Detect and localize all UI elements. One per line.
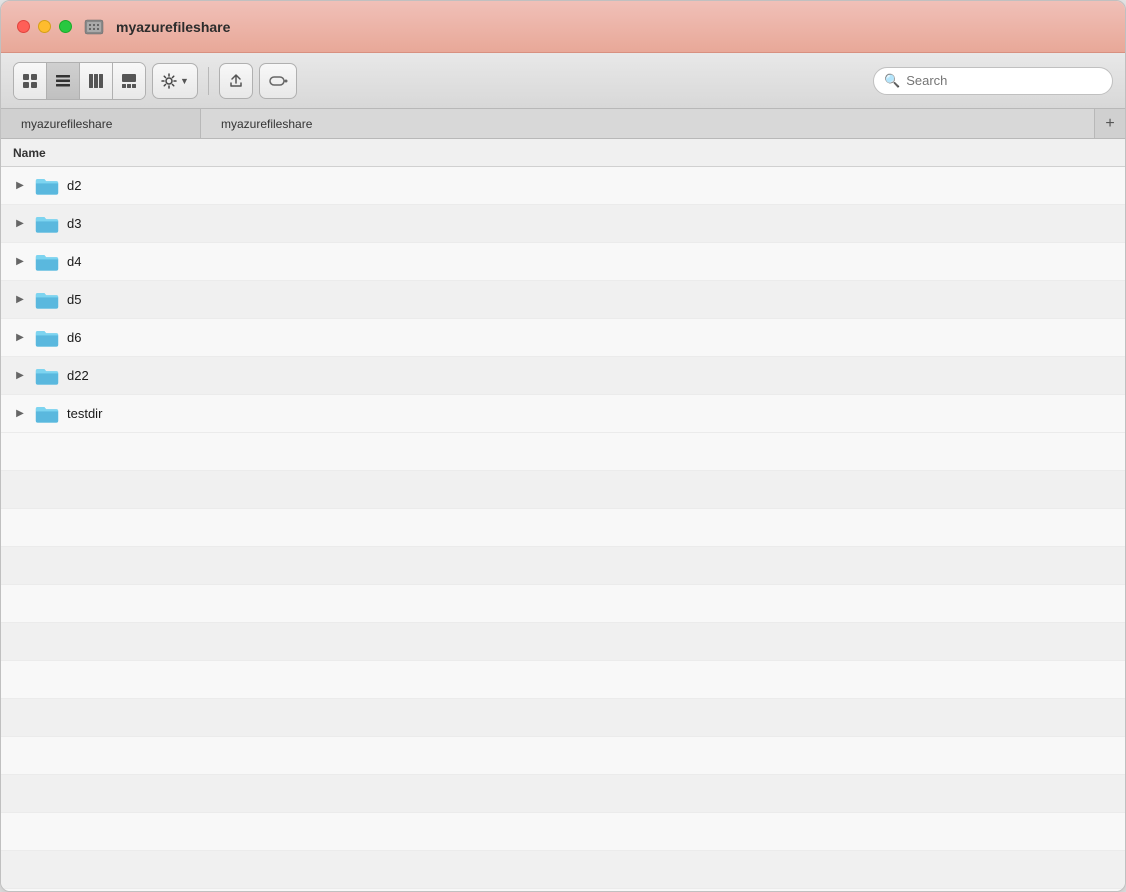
list-view-icon bbox=[55, 73, 71, 89]
sort-dropdown-arrow: ▼ bbox=[180, 76, 189, 86]
file-row[interactable]: ▶ d4 bbox=[1, 243, 1125, 281]
tag-button[interactable] bbox=[259, 63, 297, 99]
empty-row bbox=[1, 547, 1125, 585]
close-button[interactable] bbox=[17, 20, 30, 33]
column-view-button[interactable] bbox=[80, 63, 113, 99]
share-icon bbox=[228, 73, 244, 89]
file-row[interactable]: ▶ d5 bbox=[1, 281, 1125, 319]
window-icon bbox=[84, 17, 104, 37]
empty-row bbox=[1, 851, 1125, 889]
folder-icon bbox=[35, 404, 59, 424]
folder-icon bbox=[35, 214, 59, 234]
expand-arrow-icon[interactable]: ▶ bbox=[13, 369, 27, 383]
folder-icon bbox=[35, 176, 59, 196]
column-header: Name bbox=[1, 139, 1125, 167]
window-controls bbox=[17, 20, 72, 33]
minimize-button[interactable] bbox=[38, 20, 51, 33]
file-name: d6 bbox=[67, 330, 81, 345]
empty-row bbox=[1, 509, 1125, 547]
list-view-button[interactable] bbox=[47, 63, 80, 99]
path-tab-left[interactable]: myazurefileshare bbox=[1, 109, 201, 138]
empty-row bbox=[1, 585, 1125, 623]
maximize-button[interactable] bbox=[59, 20, 72, 33]
tag-icon bbox=[268, 73, 288, 89]
file-name: d22 bbox=[67, 368, 89, 383]
file-row[interactable]: ▶ d6 bbox=[1, 319, 1125, 357]
file-row[interactable]: ▶ d2 bbox=[1, 167, 1125, 205]
file-list-container: Name ▶ d2 ▶ d3 bbox=[1, 139, 1125, 891]
add-tab-button[interactable]: + bbox=[1095, 109, 1125, 138]
sort-options-button[interactable]: ▼ bbox=[152, 63, 198, 99]
view-mode-group bbox=[13, 62, 146, 100]
expand-arrow-icon[interactable]: ▶ bbox=[13, 407, 27, 421]
gallery-view-icon bbox=[121, 73, 137, 89]
share-button[interactable] bbox=[219, 63, 253, 99]
empty-row bbox=[1, 737, 1125, 775]
expand-arrow-icon[interactable]: ▶ bbox=[13, 217, 27, 231]
toolbar: ▼ 🔍 bbox=[1, 53, 1125, 109]
folder-icon bbox=[35, 366, 59, 386]
file-rows: ▶ d2 ▶ d3 ▶ bbox=[1, 167, 1125, 433]
empty-row bbox=[1, 813, 1125, 851]
empty-row bbox=[1, 889, 1125, 891]
icon-view-icon bbox=[22, 73, 38, 89]
icon-view-button[interactable] bbox=[14, 63, 47, 99]
path-tab-right[interactable]: myazurefileshare bbox=[201, 109, 1095, 138]
folder-icon bbox=[35, 328, 59, 348]
file-name: testdir bbox=[67, 406, 102, 421]
expand-arrow-icon[interactable]: ▶ bbox=[13, 255, 27, 269]
file-row[interactable]: ▶ testdir bbox=[1, 395, 1125, 433]
empty-row bbox=[1, 623, 1125, 661]
window-title: myazurefileshare bbox=[116, 19, 230, 35]
column-view-icon bbox=[88, 73, 104, 89]
empty-row bbox=[1, 433, 1125, 471]
name-column-header: Name bbox=[13, 146, 46, 160]
expand-arrow-icon[interactable]: ▶ bbox=[13, 293, 27, 307]
search-icon: 🔍 bbox=[884, 73, 900, 89]
file-name: d2 bbox=[67, 178, 81, 193]
title-bar: myazurefileshare bbox=[1, 1, 1125, 53]
path-tab-right-label: myazurefileshare bbox=[221, 117, 312, 131]
path-bar: myazurefileshare myazurefileshare + bbox=[1, 109, 1125, 139]
search-input[interactable] bbox=[906, 73, 1102, 88]
gallery-view-button[interactable] bbox=[113, 63, 145, 99]
folder-icon bbox=[35, 290, 59, 310]
expand-arrow-icon[interactable]: ▶ bbox=[13, 331, 27, 345]
file-name: d5 bbox=[67, 292, 81, 307]
path-tab-left-label: myazurefileshare bbox=[21, 117, 112, 131]
finder-window: myazurefileshare bbox=[0, 0, 1126, 892]
empty-row bbox=[1, 699, 1125, 737]
empty-rows-fill bbox=[1, 433, 1125, 891]
folder-icon bbox=[35, 252, 59, 272]
empty-row bbox=[1, 661, 1125, 699]
search-box: 🔍 bbox=[873, 67, 1113, 95]
empty-row bbox=[1, 471, 1125, 509]
file-row[interactable]: ▶ d22 bbox=[1, 357, 1125, 395]
file-row[interactable]: ▶ d3 bbox=[1, 205, 1125, 243]
gear-icon bbox=[161, 73, 177, 89]
empty-row bbox=[1, 775, 1125, 813]
file-name: d3 bbox=[67, 216, 81, 231]
separator-1 bbox=[208, 67, 209, 95]
file-name: d4 bbox=[67, 254, 81, 269]
expand-arrow-icon[interactable]: ▶ bbox=[13, 179, 27, 193]
